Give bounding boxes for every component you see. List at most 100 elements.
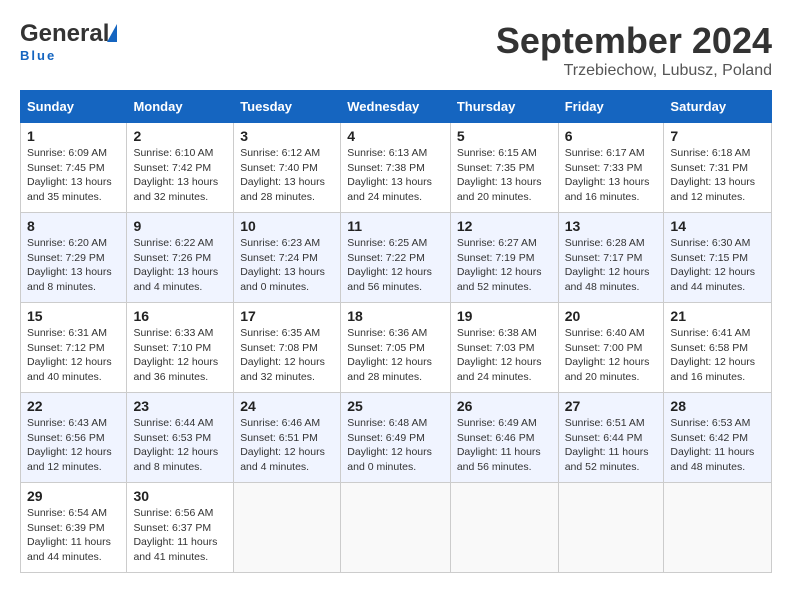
day-detail: Sunrise: 6:38 AMSunset: 7:03 PMDaylight:… [457, 327, 542, 383]
day-cell: 10 Sunrise: 6:23 AMSunset: 7:24 PMDaylig… [234, 213, 341, 303]
day-cell: 8 Sunrise: 6:20 AMSunset: 7:29 PMDayligh… [21, 213, 127, 303]
weekday-header-monday: Monday [127, 91, 234, 123]
day-detail: Sunrise: 6:46 AMSunset: 6:51 PMDaylight:… [240, 417, 325, 473]
day-detail: Sunrise: 6:41 AMSunset: 6:58 PMDaylight:… [670, 327, 755, 383]
calendar-table: SundayMondayTuesdayWednesdayThursdayFrid… [20, 90, 772, 573]
day-number: 18 [347, 308, 444, 324]
day-detail: Sunrise: 6:18 AMSunset: 7:31 PMDaylight:… [670, 147, 755, 203]
day-number: 5 [457, 128, 552, 144]
day-cell: 21 Sunrise: 6:41 AMSunset: 6:58 PMDaylig… [664, 303, 772, 393]
day-number: 25 [347, 398, 444, 414]
day-number: 19 [457, 308, 552, 324]
day-number: 20 [565, 308, 658, 324]
day-cell: 29 Sunrise: 6:54 AMSunset: 6:39 PMDaylig… [21, 483, 127, 573]
day-number: 10 [240, 218, 334, 234]
week-row-2: 8 Sunrise: 6:20 AMSunset: 7:29 PMDayligh… [21, 213, 772, 303]
day-cell: 17 Sunrise: 6:35 AMSunset: 7:08 PMDaylig… [234, 303, 341, 393]
day-detail: Sunrise: 6:51 AMSunset: 6:44 PMDaylight:… [565, 417, 649, 473]
day-cell [234, 483, 341, 573]
weekday-header-row: SundayMondayTuesdayWednesdayThursdayFrid… [21, 91, 772, 123]
day-detail: Sunrise: 6:33 AMSunset: 7:10 PMDaylight:… [133, 327, 218, 383]
day-number: 29 [27, 488, 120, 504]
day-detail: Sunrise: 6:49 AMSunset: 6:46 PMDaylight:… [457, 417, 541, 473]
day-detail: Sunrise: 6:22 AMSunset: 7:26 PMDaylight:… [133, 237, 218, 293]
day-detail: Sunrise: 6:40 AMSunset: 7:00 PMDaylight:… [565, 327, 650, 383]
day-detail: Sunrise: 6:30 AMSunset: 7:15 PMDaylight:… [670, 237, 755, 293]
day-detail: Sunrise: 6:13 AMSunset: 7:38 PMDaylight:… [347, 147, 432, 203]
day-cell: 20 Sunrise: 6:40 AMSunset: 7:00 PMDaylig… [558, 303, 664, 393]
month-title: September 2024 [496, 20, 772, 62]
day-number: 22 [27, 398, 120, 414]
day-cell [450, 483, 558, 573]
day-number: 30 [133, 488, 227, 504]
day-detail: Sunrise: 6:10 AMSunset: 7:42 PMDaylight:… [133, 147, 218, 203]
day-number: 15 [27, 308, 120, 324]
day-detail: Sunrise: 6:43 AMSunset: 6:56 PMDaylight:… [27, 417, 112, 473]
day-cell: 13 Sunrise: 6:28 AMSunset: 7:17 PMDaylig… [558, 213, 664, 303]
day-cell: 11 Sunrise: 6:25 AMSunset: 7:22 PMDaylig… [341, 213, 451, 303]
day-detail: Sunrise: 6:36 AMSunset: 7:05 PMDaylight:… [347, 327, 432, 383]
day-number: 28 [670, 398, 765, 414]
day-detail: Sunrise: 6:09 AMSunset: 7:45 PMDaylight:… [27, 147, 112, 203]
day-cell: 3 Sunrise: 6:12 AMSunset: 7:40 PMDayligh… [234, 123, 341, 213]
day-detail: Sunrise: 6:31 AMSunset: 7:12 PMDaylight:… [27, 327, 112, 383]
day-cell: 23 Sunrise: 6:44 AMSunset: 6:53 PMDaylig… [127, 393, 234, 483]
day-detail: Sunrise: 6:44 AMSunset: 6:53 PMDaylight:… [133, 417, 218, 473]
day-detail: Sunrise: 6:25 AMSunset: 7:22 PMDaylight:… [347, 237, 432, 293]
weekday-header-thursday: Thursday [450, 91, 558, 123]
day-cell: 24 Sunrise: 6:46 AMSunset: 6:51 PMDaylig… [234, 393, 341, 483]
day-number: 16 [133, 308, 227, 324]
day-cell: 1 Sunrise: 6:09 AMSunset: 7:45 PMDayligh… [21, 123, 127, 213]
day-cell: 7 Sunrise: 6:18 AMSunset: 7:31 PMDayligh… [664, 123, 772, 213]
logo-blue: Blue [20, 48, 56, 63]
day-number: 9 [133, 218, 227, 234]
weekday-header-saturday: Saturday [664, 91, 772, 123]
day-cell: 6 Sunrise: 6:17 AMSunset: 7:33 PMDayligh… [558, 123, 664, 213]
day-cell: 15 Sunrise: 6:31 AMSunset: 7:12 PMDaylig… [21, 303, 127, 393]
weekday-header-tuesday: Tuesday [234, 91, 341, 123]
day-detail: Sunrise: 6:48 AMSunset: 6:49 PMDaylight:… [347, 417, 432, 473]
page-header: General Blue September 2024 Trzebiechow,… [20, 20, 772, 80]
day-detail: Sunrise: 6:17 AMSunset: 7:33 PMDaylight:… [565, 147, 650, 203]
day-detail: Sunrise: 6:15 AMSunset: 7:35 PMDaylight:… [457, 147, 542, 203]
weekday-header-sunday: Sunday [21, 91, 127, 123]
day-detail: Sunrise: 6:54 AMSunset: 6:39 PMDaylight:… [27, 507, 111, 563]
day-detail: Sunrise: 6:56 AMSunset: 6:37 PMDaylight:… [133, 507, 217, 563]
day-cell: 4 Sunrise: 6:13 AMSunset: 7:38 PMDayligh… [341, 123, 451, 213]
day-number: 8 [27, 218, 120, 234]
day-number: 26 [457, 398, 552, 414]
day-number: 23 [133, 398, 227, 414]
day-detail: Sunrise: 6:35 AMSunset: 7:08 PMDaylight:… [240, 327, 325, 383]
day-cell: 26 Sunrise: 6:49 AMSunset: 6:46 PMDaylig… [450, 393, 558, 483]
day-detail: Sunrise: 6:23 AMSunset: 7:24 PMDaylight:… [240, 237, 325, 293]
location-title: Trzebiechow, Lubusz, Poland [496, 62, 772, 80]
day-cell: 19 Sunrise: 6:38 AMSunset: 7:03 PMDaylig… [450, 303, 558, 393]
day-cell: 9 Sunrise: 6:22 AMSunset: 7:26 PMDayligh… [127, 213, 234, 303]
day-number: 17 [240, 308, 334, 324]
day-number: 13 [565, 218, 658, 234]
day-number: 14 [670, 218, 765, 234]
day-number: 27 [565, 398, 658, 414]
weekday-header-friday: Friday [558, 91, 664, 123]
day-cell [664, 483, 772, 573]
day-number: 1 [27, 128, 120, 144]
logo-triangle-icon [107, 24, 117, 42]
day-number: 24 [240, 398, 334, 414]
day-cell: 18 Sunrise: 6:36 AMSunset: 7:05 PMDaylig… [341, 303, 451, 393]
day-detail: Sunrise: 6:53 AMSunset: 6:42 PMDaylight:… [670, 417, 754, 473]
day-number: 11 [347, 218, 444, 234]
day-cell: 16 Sunrise: 6:33 AMSunset: 7:10 PMDaylig… [127, 303, 234, 393]
title-section: September 2024 Trzebiechow, Lubusz, Pola… [496, 20, 772, 80]
day-cell: 5 Sunrise: 6:15 AMSunset: 7:35 PMDayligh… [450, 123, 558, 213]
weekday-header-wednesday: Wednesday [341, 91, 451, 123]
day-number: 21 [670, 308, 765, 324]
day-number: 7 [670, 128, 765, 144]
day-cell: 25 Sunrise: 6:48 AMSunset: 6:49 PMDaylig… [341, 393, 451, 483]
week-row-1: 1 Sunrise: 6:09 AMSunset: 7:45 PMDayligh… [21, 123, 772, 213]
day-cell: 14 Sunrise: 6:30 AMSunset: 7:15 PMDaylig… [664, 213, 772, 303]
day-number: 4 [347, 128, 444, 144]
day-detail: Sunrise: 6:20 AMSunset: 7:29 PMDaylight:… [27, 237, 112, 293]
day-number: 2 [133, 128, 227, 144]
day-detail: Sunrise: 6:27 AMSunset: 7:19 PMDaylight:… [457, 237, 542, 293]
day-cell: 27 Sunrise: 6:51 AMSunset: 6:44 PMDaylig… [558, 393, 664, 483]
